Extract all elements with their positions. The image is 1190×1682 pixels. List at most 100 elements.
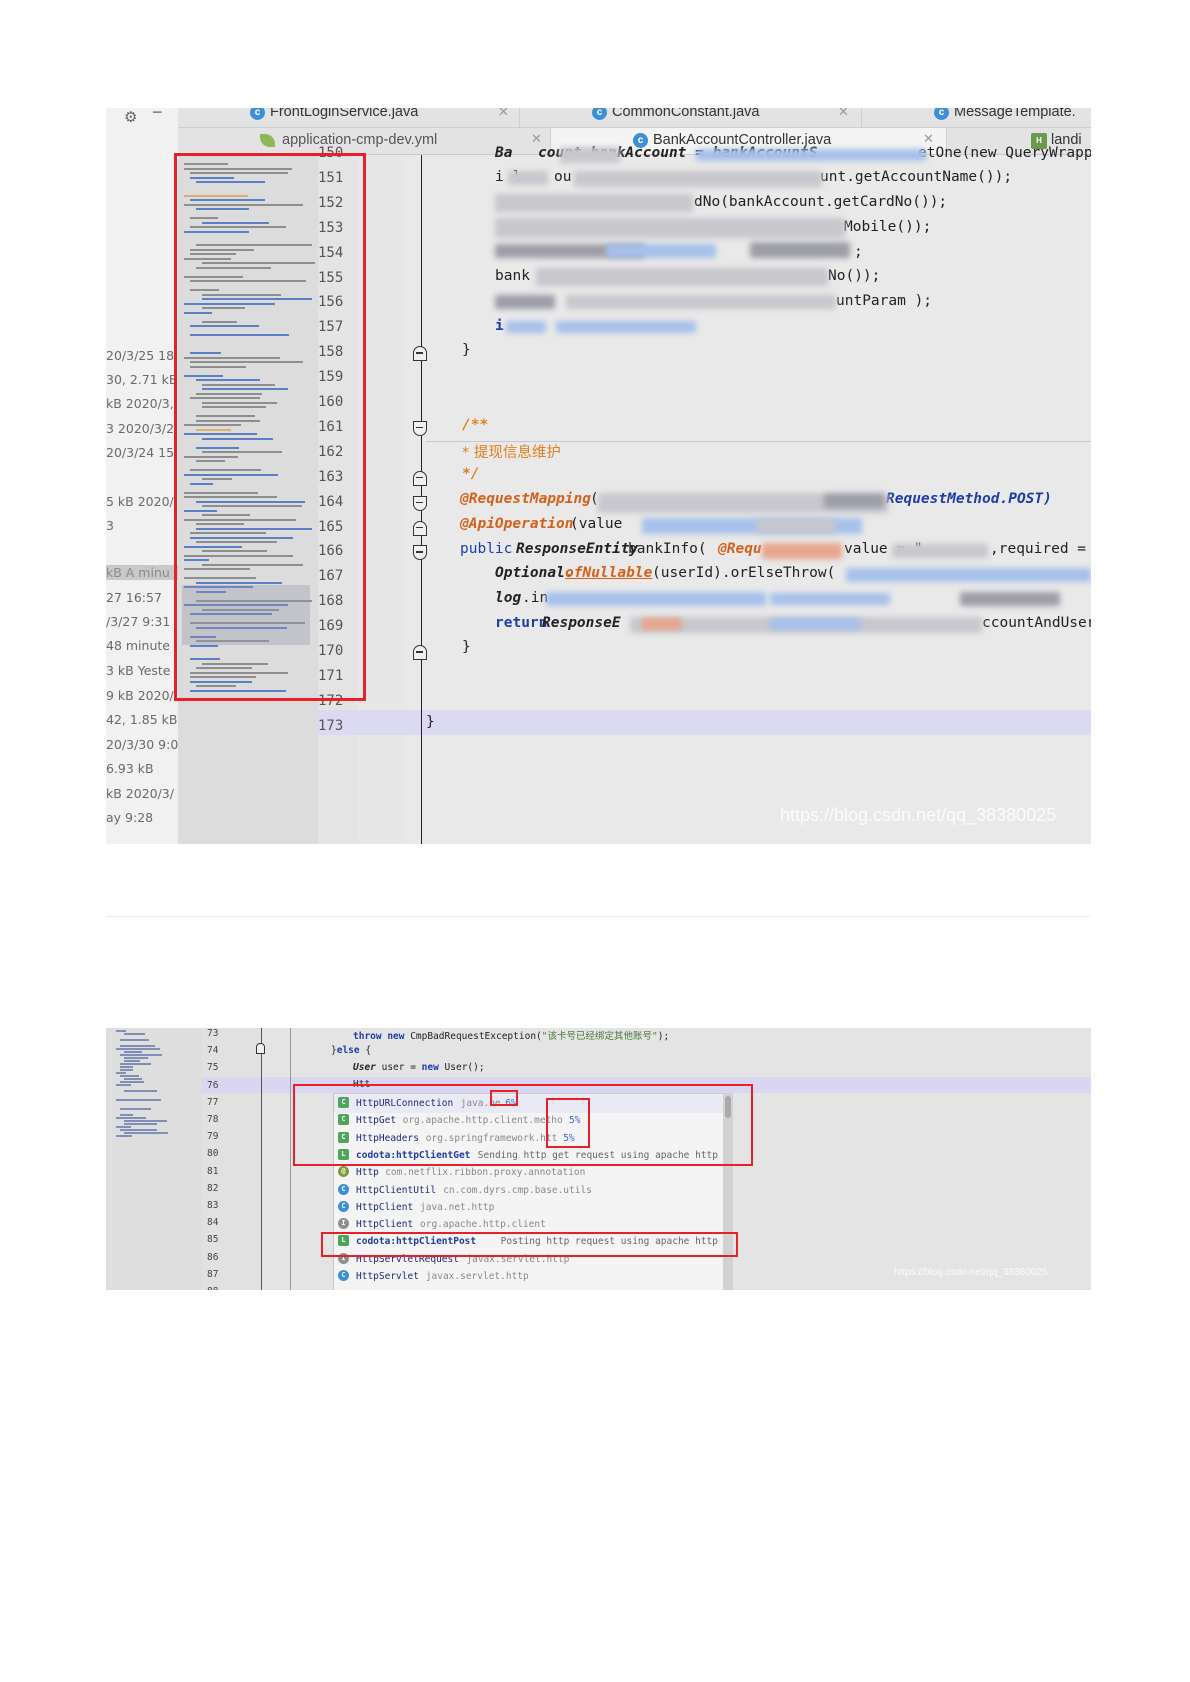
file-meta-text: 9 kB 2020/	[106, 688, 174, 703]
minimap-line	[116, 1099, 161, 1101]
line-number: 88	[207, 1286, 218, 1290]
class-icon: C	[338, 1200, 349, 1212]
collapse-icon[interactable]: −	[152, 108, 163, 123]
file-meta-text: 5 kB 2020/	[106, 494, 174, 509]
code-token: ou	[554, 169, 572, 185]
comment-token: */	[462, 466, 480, 482]
fold-icon[interactable]	[413, 520, 427, 536]
minimap-highlight-box	[174, 153, 366, 701]
file-meta-text: 20/3/25 18	[106, 348, 175, 363]
completion-item-name: HttpClientUtil	[356, 1184, 437, 1196]
minimap-line	[116, 1117, 146, 1119]
minimap-line	[124, 1060, 140, 1062]
completion-item-name: HttpClient	[356, 1219, 414, 1231]
fold-icon[interactable]	[413, 495, 427, 511]
code-token: ofNullable	[565, 565, 653, 581]
line-number: 80	[207, 1148, 219, 1160]
fold-icon[interactable]	[256, 1043, 265, 1054]
file-meta-text: 48 minute	[106, 638, 170, 653]
minimap-line	[124, 1078, 143, 1080]
code-token: ccountAndUser	[982, 615, 1091, 631]
completion-item-package: cn.com.dyrs.cmp.base.utils	[443, 1184, 592, 1196]
code-token: dNo(bankAccount.getCardNo());	[694, 194, 948, 210]
file-meta-text: 27 16:57	[106, 590, 162, 605]
minimap-line	[124, 1123, 158, 1125]
minimap-line	[124, 1057, 149, 1059]
code-token: ,required =	[990, 541, 1087, 557]
fold-icon[interactable]	[413, 420, 427, 436]
code-minimap-2[interactable]	[106, 1028, 202, 1290]
tab-label: MessageTemplate.	[954, 108, 1076, 120]
keyword-token: else	[336, 1045, 360, 1056]
close-icon[interactable]: ✕	[498, 108, 509, 120]
annotation-token: @ApiOperation	[460, 516, 574, 532]
fold-icon[interactable]	[413, 470, 427, 486]
tab-label: application-cmp-dev.yml	[282, 132, 438, 148]
java-class-icon: c	[250, 108, 265, 120]
minimap-line	[116, 1126, 131, 1128]
keyword-token: return	[495, 615, 548, 631]
completion-item[interactable]: C HttpClientUtil cn.com.dyrs.cmp.base.util…	[334, 1182, 726, 1200]
code-token: bank	[495, 268, 530, 284]
line-number: 86	[207, 1251, 219, 1263]
tab-common-constant[interactable]: c CommonConstant.java ✕	[520, 108, 862, 127]
section-divider	[106, 916, 1091, 917]
completion-item[interactable]: C HttpClient java.net.http	[334, 1199, 726, 1217]
code-token: .in	[522, 590, 549, 606]
completion-item-name: HttpServlet	[356, 1271, 419, 1282]
java-class-icon: c	[934, 108, 949, 120]
code-token: etOne(new QueryWrapp	[918, 145, 1091, 161]
line-number: 76	[207, 1079, 219, 1091]
minimap-line	[120, 1075, 139, 1077]
minimap-line	[124, 1132, 168, 1134]
file-meta-text: 42, 1.85 kB	[106, 712, 178, 727]
line-number: 79	[207, 1131, 219, 1143]
minimap-line	[116, 1084, 131, 1086]
http-client-post-highlight-box	[321, 1232, 738, 1257]
code-token: i	[495, 318, 504, 334]
tab-label: FrontLoginService.java	[270, 108, 419, 120]
code-token: ResponseE	[542, 615, 621, 631]
completion-item[interactable]: C HttpServlet javax.servlet.http	[334, 1268, 726, 1286]
line-number: 82	[207, 1182, 219, 1194]
code-token: No());	[828, 268, 881, 284]
keyword-token: public	[460, 541, 513, 557]
minimap-line	[116, 1135, 133, 1137]
completion-item-name: Http	[356, 1167, 379, 1179]
minimap-line	[124, 1090, 157, 1092]
comment-token: * 提现信息维护	[462, 445, 561, 461]
code-token: }	[462, 342, 471, 358]
code-token: CmpBadRequestException(	[404, 1031, 542, 1042]
line-number: 75	[207, 1062, 219, 1074]
minimap-line	[120, 1081, 144, 1083]
fold-guide-line	[290, 1028, 291, 1290]
java-class-icon: c	[592, 108, 607, 120]
tab-front-login-service[interactable]: c FrontLoginService.java ✕	[178, 108, 520, 127]
completion-item[interactable]: @ Http com.netflix.ribbon.proxy.annotation	[334, 1164, 726, 1182]
line-number: 84	[207, 1217, 219, 1229]
minimap-line	[116, 1072, 127, 1074]
gear-icon[interactable]: ⚙	[124, 108, 137, 126]
code-token: log	[495, 590, 522, 606]
tab-message-template[interactable]: c MessageTemplate.	[862, 108, 1091, 127]
fold-icon[interactable]	[413, 346, 427, 362]
file-meta-text: kB A minu	[106, 565, 178, 580]
line-number: 78	[207, 1114, 219, 1125]
line-number: 87	[207, 1268, 219, 1280]
minimap-line	[120, 1108, 152, 1110]
minimap-line	[124, 1033, 146, 1035]
code-token: User	[353, 1062, 376, 1073]
line-number: 83	[207, 1200, 219, 1211]
file-meta-text: 20/3/30 9:0	[106, 737, 178, 752]
code-token: ;	[854, 244, 863, 260]
fold-icon[interactable]	[413, 645, 427, 660]
watermark: https://blog.csdn.net/qq_38380025	[780, 805, 1057, 825]
code-token: user =	[375, 1062, 422, 1073]
code-token: Ba	[495, 145, 513, 161]
code-token: (userId).orElseThrow(	[652, 565, 836, 581]
close-icon[interactable]: ✕	[838, 108, 849, 120]
minimap-line	[120, 1066, 134, 1068]
interface-icon: I	[338, 1218, 349, 1230]
code-token: }	[462, 639, 471, 655]
completion-item-package: org.apache.http.client	[420, 1219, 546, 1231]
